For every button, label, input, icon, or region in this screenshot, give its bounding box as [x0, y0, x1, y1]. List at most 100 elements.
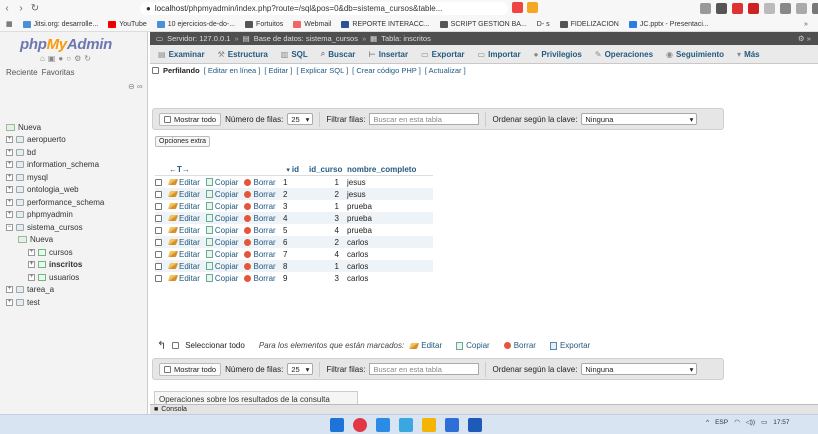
- expand-icon[interactable]: +: [6, 198, 13, 206]
- breadcrumb-table[interactable]: Tabla: inscritos: [381, 34, 431, 43]
- expand-icon[interactable]: +: [6, 173, 13, 181]
- logout-icon[interactable]: ▣: [48, 54, 56, 63]
- column-header-nombre[interactable]: nombre_completo: [343, 165, 433, 174]
- tree-item[interactable]: + cursos: [6, 246, 104, 259]
- select-all-label[interactable]: Seleccionar todo: [185, 341, 245, 350]
- cell-id-curso[interactable]: 3: [305, 274, 343, 283]
- wifi-icon[interactable]: ◠: [734, 418, 740, 426]
- help-icon[interactable]: ○: [66, 54, 71, 63]
- volume-icon[interactable]: ◁)): [746, 418, 755, 426]
- extension-icon[interactable]: [764, 3, 775, 14]
- url-bar[interactable]: ● localhost /phpmyadmin/index.php?route=…: [140, 2, 508, 15]
- copy-row-button[interactable]: Copiar: [205, 226, 238, 235]
- cell-id[interactable]: 1: [277, 178, 305, 187]
- tab-sql[interactable]: ▥ SQL: [281, 50, 308, 59]
- tree-item[interactable]: + mysql: [6, 171, 104, 184]
- cell-id[interactable]: 2: [277, 190, 305, 199]
- cell-nombre[interactable]: carlos: [343, 262, 433, 271]
- extension-icon[interactable]: [796, 3, 807, 14]
- tab-privilegios[interactable]: ● Privilegios: [534, 50, 582, 59]
- expand-icon[interactable]: +: [6, 186, 13, 194]
- expand-icon[interactable]: +: [6, 286, 13, 294]
- cell-id[interactable]: 9: [277, 274, 305, 283]
- breadcrumb-database[interactable]: Base de datos: sistema_cursos: [254, 34, 358, 43]
- bookmark-item[interactable]: Jitsi.org: desarrolle...: [22, 20, 98, 28]
- delete-row-button[interactable]: Borrar: [244, 226, 276, 235]
- tree-item[interactable]: Nueva: [6, 234, 104, 247]
- edit-link[interactable]: [ Editar ]: [264, 66, 292, 75]
- tree-item[interactable]: + aeropuerto: [6, 134, 104, 147]
- tab-examinar[interactable]: ▤ Examinar: [158, 50, 205, 59]
- expand-icon[interactable]: +: [28, 273, 35, 281]
- extension-icon[interactable]: [812, 3, 818, 14]
- extension-icon[interactable]: [700, 3, 711, 14]
- cell-nombre[interactable]: jesus: [343, 190, 433, 199]
- extra-options-button[interactable]: Opciones extra: [155, 136, 211, 147]
- settings-icon[interactable]: ⚙ »: [798, 34, 811, 43]
- refresh-link[interactable]: [ Actualizar ]: [425, 66, 466, 75]
- delete-row-button[interactable]: Borrar: [244, 178, 276, 187]
- expand-icon[interactable]: +: [6, 211, 13, 219]
- cell-nombre[interactable]: prueba: [343, 226, 433, 235]
- cell-id-curso[interactable]: 1: [305, 262, 343, 271]
- home-icon[interactable]: ⌂: [40, 54, 45, 63]
- expand-icon[interactable]: +: [6, 161, 13, 169]
- delete-row-button[interactable]: Borrar: [244, 238, 276, 247]
- bulk-delete-button[interactable]: Borrar: [503, 341, 536, 350]
- tree-item[interactable]: − sistema_cursos: [6, 221, 104, 234]
- tab-buscar[interactable]: ⌕ Buscar: [321, 49, 356, 59]
- extension-icon[interactable]: [748, 3, 759, 14]
- battery-icon[interactable]: ▭: [761, 418, 767, 426]
- start-icon[interactable]: [330, 418, 344, 432]
- show-all-button[interactable]: Mostrar todo: [159, 362, 222, 376]
- extension-icon[interactable]: [780, 3, 791, 14]
- bookmark-item[interactable]: SCRIPT GESTION BA...: [439, 20, 527, 28]
- edit-row-button[interactable]: Editar: [167, 250, 200, 259]
- cell-id-curso[interactable]: 1: [305, 178, 343, 187]
- cell-nombre[interactable]: jesus: [343, 178, 433, 187]
- extension-icon[interactable]: [732, 3, 743, 14]
- more-bookmarks-icon[interactable]: »: [804, 21, 808, 28]
- edit-row-button[interactable]: Editar: [167, 190, 200, 199]
- row-checkbox[interactable]: [155, 178, 162, 186]
- edit-row-button[interactable]: Editar: [167, 262, 200, 271]
- tab-estructura[interactable]: ⚒ Estructura: [218, 50, 268, 59]
- row-checkbox[interactable]: [155, 238, 162, 246]
- cell-id-curso[interactable]: 2: [305, 238, 343, 247]
- reload-icon[interactable]: ↻: [28, 3, 42, 14]
- delete-row-button[interactable]: Borrar: [244, 214, 276, 223]
- settings-icon[interactable]: ⚙: [74, 54, 81, 63]
- tree-item[interactable]: + tarea_a: [6, 284, 104, 297]
- edit-inline-link[interactable]: [ Editar en línea ]: [204, 66, 261, 75]
- edit-row-button[interactable]: Editar: [167, 238, 200, 247]
- edit-row-button[interactable]: Editar: [167, 214, 200, 223]
- expand-icon[interactable]: +: [28, 248, 35, 256]
- cell-nombre[interactable]: prueba: [343, 214, 433, 223]
- column-header-id-curso[interactable]: id_curso: [305, 165, 343, 174]
- bookmark-item[interactable]: 10 ejercicios-de-do-...: [156, 20, 235, 28]
- bookmark-item[interactable]: D- s: [537, 21, 550, 28]
- files-icon[interactable]: [376, 418, 390, 432]
- console-bar[interactable]: ■ Consola: [150, 404, 818, 414]
- filter-input[interactable]: Buscar en esta tabla: [369, 363, 480, 375]
- sort-select[interactable]: Ninguna ▾: [581, 363, 698, 375]
- column-arrows[interactable]: ←T→: [169, 165, 277, 174]
- tree-item[interactable]: + phpmyadmin: [6, 209, 104, 222]
- edit-row-button[interactable]: Editar: [167, 178, 200, 187]
- vivaldi-icon[interactable]: [353, 418, 367, 432]
- cell-nombre[interactable]: carlos: [343, 238, 433, 247]
- delete-row-button[interactable]: Borrar: [244, 202, 276, 211]
- expand-icon[interactable]: +: [6, 148, 13, 156]
- tree-item[interactable]: Nueva: [6, 121, 104, 134]
- delete-row-button[interactable]: Borrar: [244, 250, 276, 259]
- edit-row-button[interactable]: Editar: [167, 202, 200, 211]
- apps-icon[interactable]: ▦: [6, 20, 13, 28]
- cell-id[interactable]: 4: [277, 214, 305, 223]
- cell-id-curso[interactable]: 4: [305, 250, 343, 259]
- copy-row-button[interactable]: Copiar: [205, 262, 238, 271]
- cell-id-curso[interactable]: 1: [305, 202, 343, 211]
- rows-select[interactable]: 25 ▾: [287, 363, 314, 375]
- cell-id[interactable]: 6: [277, 238, 305, 247]
- reload-nav-icon[interactable]: ↻: [84, 54, 91, 63]
- clock[interactable]: 17:57: [773, 419, 789, 426]
